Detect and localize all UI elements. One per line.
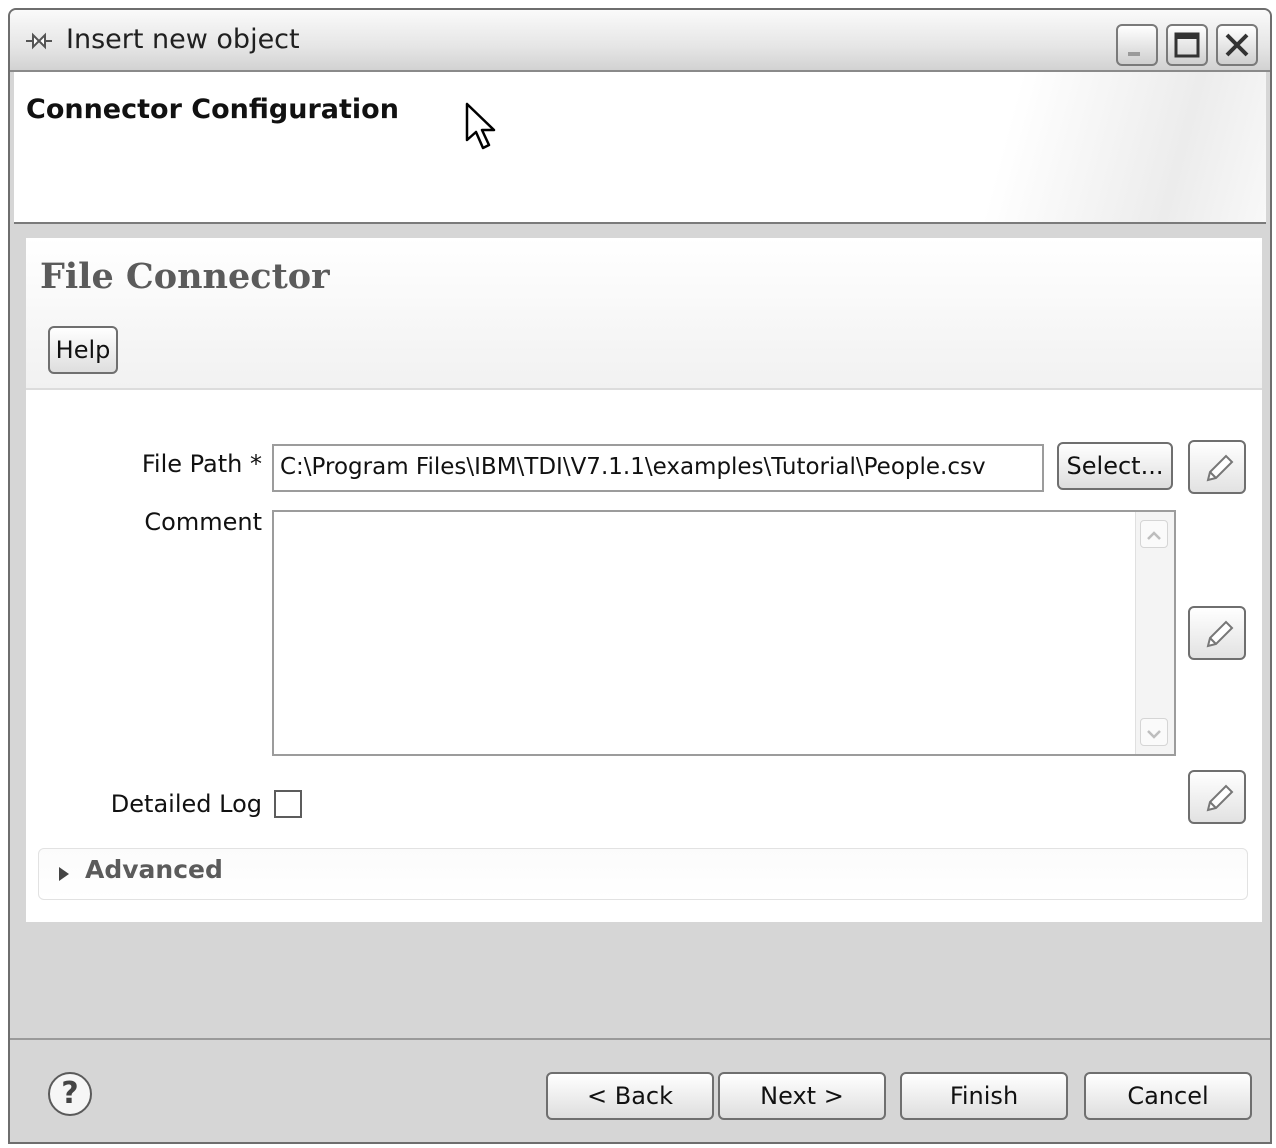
- back-button[interactable]: < Back: [546, 1072, 714, 1120]
- wizard-header: Connector Configuration: [14, 72, 1266, 224]
- close-button[interactable]: [1216, 24, 1258, 66]
- connector-form-panel: File Connector Help File Path * C:\Progr…: [26, 238, 1262, 922]
- finish-button[interactable]: Finish: [900, 1072, 1068, 1120]
- chevron-down-icon: [1147, 730, 1161, 739]
- select-file-button[interactable]: Select...: [1057, 442, 1173, 490]
- close-icon: [1225, 33, 1249, 57]
- connector-icon: [26, 32, 52, 50]
- file-path-edit-button[interactable]: [1188, 440, 1246, 494]
- chevron-up-icon: [1147, 531, 1161, 540]
- scroll-up-arrow[interactable]: [1140, 520, 1168, 548]
- pencil-icon: [1206, 620, 1234, 648]
- footer-divider: [10, 1038, 1270, 1040]
- comment-textarea[interactable]: [272, 510, 1176, 756]
- advanced-label: Advanced: [85, 855, 223, 884]
- wizard-page-title: Connector Configuration: [26, 94, 399, 125]
- next-button[interactable]: Next >: [718, 1072, 886, 1120]
- cancel-button[interactable]: Cancel: [1084, 1072, 1252, 1120]
- form-title: File Connector: [40, 256, 330, 297]
- help-question-icon[interactable]: ?: [48, 1072, 92, 1116]
- pencil-icon: [1206, 784, 1234, 812]
- minimize-button[interactable]: [1116, 24, 1158, 66]
- detailed-log-checkbox[interactable]: [274, 790, 302, 818]
- pencil-icon: [1206, 454, 1234, 482]
- form-header: File Connector Help: [26, 238, 1262, 390]
- mouse-cursor-icon: [465, 102, 496, 150]
- file-path-label: File Path *: [141, 450, 262, 478]
- scroll-down-arrow[interactable]: [1140, 718, 1168, 746]
- advanced-section-toggle[interactable]: Advanced: [38, 848, 1248, 900]
- minimize-icon: [1128, 52, 1140, 56]
- maximize-icon: [1174, 32, 1200, 58]
- help-button[interactable]: Help: [48, 326, 118, 374]
- comment-label: Comment: [144, 508, 262, 536]
- detailed-log-label: Detailed Log: [110, 790, 262, 818]
- comment-scrollbar[interactable]: [1135, 512, 1174, 754]
- title-bar[interactable]: Insert new object: [10, 10, 1270, 72]
- file-path-input[interactable]: C:\Program Files\IBM\TDI\V7.1.1\examples…: [272, 444, 1044, 492]
- detailed-log-edit-button[interactable]: [1188, 770, 1246, 824]
- comment-edit-button[interactable]: [1188, 606, 1246, 660]
- expand-triangle-icon: [59, 867, 69, 881]
- window-title: Insert new object: [66, 24, 300, 55]
- maximize-button[interactable]: [1166, 24, 1208, 66]
- insert-new-object-dialog: Insert new object Connector Configuratio…: [8, 8, 1272, 1144]
